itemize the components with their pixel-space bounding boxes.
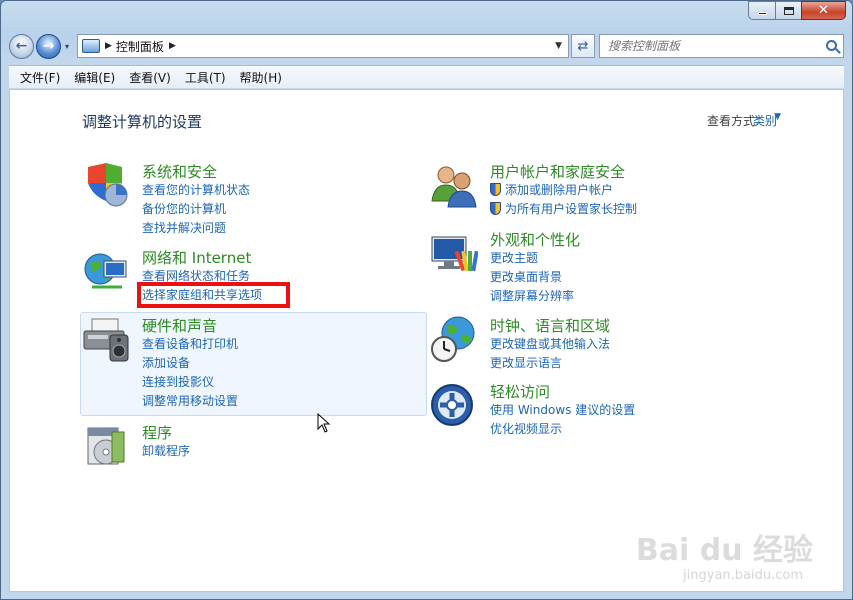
link-display-language[interactable]: 更改显示语言 [490,354,610,373]
forward-arrow-icon: → [42,38,55,54]
menu-tools[interactable]: 工具(T) [178,67,233,88]
link-text[interactable]: 添加或删除用户帐户 [505,183,613,197]
menu-view[interactable]: 查看(V) [122,67,178,88]
monitor-palette-icon [431,236,478,272]
navigation-bar: ← → ▾ ▶ 控制面板 ▶ ▼ ⇄ [9,33,844,59]
mouse-cursor-icon [317,413,331,433]
ease-of-access-icon [431,384,473,426]
category-links: 更改主题 更改桌面背景 调整屏幕分辨率 [490,249,574,306]
search-input[interactable] [608,39,808,53]
content-pane: 调整计算机的设置 查看方式: 类别 ▼ 系统和安全 查看您的计算机状态 备份您的… [9,89,844,592]
menu-edit[interactable]: 编辑(E) [67,67,122,88]
link-add-remove-accounts[interactable]: 添加或删除用户帐户 [490,181,637,200]
red-highlight-box [137,282,290,308]
maximize-button[interactable] [775,1,801,20]
hover-highlight [80,312,427,416]
uac-shield-icon [490,183,501,196]
view-by-arrow-icon[interactable]: ▼ [774,112,781,122]
category-title[interactable]: 网络和 Internet [142,247,251,268]
control-panel-window: ✕ ← → ▾ ▶ 控制面板 ▶ ▼ ⇄ 文件(F) 编辑(E) 查看(V) 工… [0,0,853,600]
category-links: 更改键盘或其他输入法 更改显示语言 [490,335,610,373]
link-input-methods[interactable]: 更改键盘或其他输入法 [490,335,610,354]
minimize-icon [757,12,767,15]
baidu-watermark-url: jingyan.baidu.com [683,568,803,583]
menu-bar: 文件(F) 编辑(E) 查看(V) 工具(T) 帮助(H) [9,65,844,89]
address-dropdown-icon[interactable]: ▼ [555,41,562,51]
menu-file[interactable]: 文件(F) [13,67,67,88]
category-title[interactable]: 轻松访问 [490,381,550,402]
breadcrumb-control-panel[interactable]: 控制面板 [116,38,164,55]
page-title: 调整计算机的设置 [82,113,203,131]
search-icon[interactable] [826,40,837,51]
category-title[interactable]: 时钟、语言和区域 [490,315,610,336]
link-parental-controls[interactable]: 为所有用户设置家长控制 [490,200,637,219]
shield-pie-icon [88,163,128,207]
link-screen-resolution[interactable]: 调整屏幕分辨率 [490,287,574,306]
category-title[interactable]: 系统和安全 [142,161,217,182]
link-troubleshoot[interactable]: 查找并解决问题 [142,219,250,238]
link-recommended-settings[interactable]: 使用 Windows 建议的设置 [490,401,635,420]
link-devices-printers[interactable]: 查看设备和打印机 [142,335,238,354]
category-links: 查看您的计算机状态 备份您的计算机 查找并解决问题 [142,181,250,238]
printer-speaker-icon [83,318,129,362]
breadcrumb-separator-2[interactable]: ▶ [169,41,176,51]
category-links: 使用 Windows 建议的设置 优化视频显示 [490,401,635,439]
address-bar[interactable]: ▶ 控制面板 ▶ ▼ [77,34,569,58]
back-arrow-icon: ← [15,38,28,54]
category-links: 查看设备和打印机 添加设备 连接到投影仪 调整常用移动设置 [142,335,238,411]
close-icon: ✕ [818,3,829,18]
link-text[interactable]: 为所有用户设置家长控制 [505,202,637,216]
maximize-icon [783,6,794,15]
forward-button[interactable]: → [36,33,61,59]
recent-pages-dropdown[interactable]: ▾ [61,42,73,51]
link-view-computer-status[interactable]: 查看您的计算机状态 [142,181,250,200]
link-change-theme[interactable]: 更改主题 [490,249,574,268]
users-icon [431,166,477,208]
link-add-device[interactable]: 添加设备 [142,354,238,373]
link-optimize-display[interactable]: 优化视频显示 [490,420,635,439]
caption-buttons: ✕ [748,1,846,20]
back-button[interactable]: ← [9,33,34,59]
category-title[interactable]: 外观和个性化 [490,229,580,250]
link-desktop-background[interactable]: 更改桌面背景 [490,268,574,287]
minimize-button[interactable] [748,1,775,20]
link-mobility-settings[interactable]: 调整常用移动设置 [142,392,238,411]
category-title[interactable]: 用户帐户和家庭安全 [490,161,625,182]
category-title[interactable]: 程序 [142,422,172,443]
search-box [599,34,844,58]
clock-globe-icon [431,316,475,362]
refresh-icon: ⇄ [577,38,589,54]
control-panel-icon [82,39,100,53]
view-by-label: 查看方式: [706,114,759,128]
category-links: 卸载程序 [142,442,190,461]
breadcrumb-separator[interactable]: ▶ [105,41,112,51]
link-connect-projector[interactable]: 连接到投影仪 [142,373,238,392]
programs-disc-icon [87,427,125,465]
link-backup-computer[interactable]: 备份您的计算机 [142,200,250,219]
uac-shield-icon [490,202,501,215]
category-links: 添加或删除用户帐户 为所有用户设置家长控制 [490,181,637,219]
close-button[interactable]: ✕ [801,1,846,20]
menu-help[interactable]: 帮助(H) [233,67,289,88]
link-uninstall-program[interactable]: 卸载程序 [142,442,190,461]
category-title[interactable]: 硬件和声音 [142,315,217,336]
baidu-watermark: Bai du 经验 [635,533,813,568]
globe-network-icon [84,253,127,289]
refresh-button[interactable]: ⇄ [571,34,595,58]
